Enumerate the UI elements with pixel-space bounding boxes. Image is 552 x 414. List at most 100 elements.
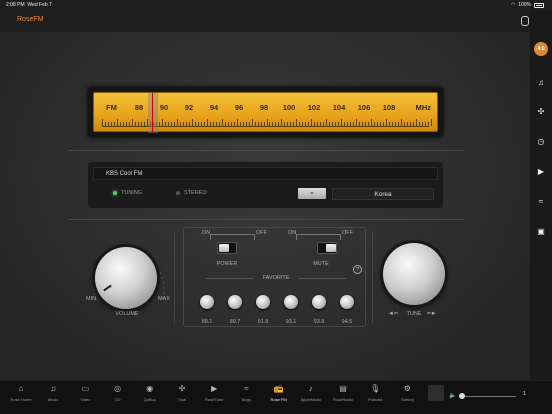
applemusic-icon: ♪ <box>308 384 313 393</box>
battery-icon <box>534 2 544 8</box>
mute-off-label: OFF <box>342 230 353 236</box>
map-pin-button[interactable]: ⌖ <box>298 188 326 199</box>
region-selector[interactable]: Korea <box>332 188 434 200</box>
dial-number: 94 <box>209 103 219 112</box>
favorite-button[interactable] <box>228 295 242 309</box>
dial-tick <box>401 119 403 126</box>
status-time: 2:08 PM Wed Feb 7 <box>6 2 52 8</box>
home-icon: ⌂ <box>18 384 24 393</box>
music-note-icon[interactable]: ♫ <box>534 75 548 89</box>
volume-min-label: MIN <box>86 296 97 302</box>
favorite-frequency: 89.7 <box>229 319 241 325</box>
nav-item-bugs[interactable]: ≈ Bugs <box>231 383 261 402</box>
dial-tick <box>221 119 223 126</box>
bugs-icon: ≈ <box>244 384 249 393</box>
power-switch[interactable] <box>217 242 237 254</box>
favorite-button[interactable] <box>340 295 354 309</box>
divider-vertical-left <box>174 232 175 324</box>
nav-item-cd[interactable]: ◎ CD <box>103 383 133 402</box>
tidal-icon: ✣ <box>178 384 186 393</box>
device-icon[interactable] <box>521 16 529 26</box>
dial-number: 88 <box>134 103 144 112</box>
roon-icon[interactable]: ▣ <box>534 224 548 238</box>
nav-item-qobuz[interactable]: ◉ QoBuz <box>135 383 165 402</box>
clock-icon[interactable]: ◷ <box>534 134 548 148</box>
volume-slider[interactable] <box>461 396 516 397</box>
nav-label: AppleMusic <box>300 397 322 402</box>
nav-item-applemusic[interactable]: ♪ AppleMusic <box>296 383 326 402</box>
nav-item-music[interactable]: ♫ Music <box>38 383 68 402</box>
dial-tick <box>356 119 358 126</box>
dial-number: 90 <box>159 103 169 112</box>
speaker-icon[interactable]: 🔈 <box>449 392 456 399</box>
dial-tick <box>102 119 103 126</box>
dial-tick <box>296 119 298 126</box>
nav-item-rose-fm[interactable]: 📻 Rose FM <box>264 383 294 402</box>
favorite-frequency: 93.1 <box>285 319 297 325</box>
tuning-needle[interactable] <box>147 93 158 133</box>
nav-label: Video <box>80 397 91 402</box>
nav-label: Bugs <box>241 397 251 402</box>
youtube-icon[interactable]: ▶ <box>534 164 548 178</box>
favorite-line <box>206 278 254 279</box>
favorite-frequency: 89.1 <box>201 319 213 325</box>
nav-item-rose-home[interactable]: ⌂ Rose Home <box>6 383 36 402</box>
wifi-icon: ◠ <box>510 2 516 8</box>
dial-tick <box>431 119 432 126</box>
dial-number: 96 <box>234 103 244 112</box>
power-on-label: ON <box>202 230 211 236</box>
power-bracket <box>210 234 255 240</box>
nav-label: RoseRadio <box>333 397 353 402</box>
nav-item-tidal[interactable]: ✣ Tidal <box>167 383 197 402</box>
roseradio-icon: ▤ <box>339 384 347 393</box>
station-panel: KBS Cool FM TUNING STEREO ⌖ Korea <box>88 162 443 208</box>
dial-unit: MHz <box>415 103 431 112</box>
favorite-line-right <box>298 278 346 279</box>
dial-number: 92 <box>184 103 194 112</box>
favorite-button[interactable] <box>200 295 214 309</box>
player-thumbnail[interactable] <box>428 385 444 401</box>
tune-right-arrow[interactable]: ━► <box>427 310 437 317</box>
bugs-icon[interactable]: ≈ <box>534 194 548 208</box>
dial-tick <box>371 119 373 126</box>
tuning-led <box>113 191 117 195</box>
volume-knob-marker <box>103 284 112 292</box>
dial-tick <box>341 119 343 126</box>
tune-left-arrow[interactable]: ◄━ <box>388 310 398 317</box>
dial-tick <box>131 119 133 126</box>
frequency-dial[interactable]: FM MHz 88 90 92 94 96 98 100 102 104 106 108 <box>93 92 438 133</box>
favorite-button[interactable] <box>284 295 298 309</box>
nav-label: Rose FM <box>270 397 287 402</box>
dial-number: 106 <box>357 103 371 112</box>
podcast-icon: 🎙 <box>370 384 381 393</box>
app-title: RoseFM <box>17 16 44 23</box>
favorite-button[interactable] <box>256 295 270 309</box>
mute-bracket <box>296 234 341 240</box>
nav-item-video[interactable]: ▭ Video <box>70 383 100 402</box>
nav-item-rosetube[interactable]: ▶ RoseTube <box>199 383 229 402</box>
dial-tick <box>416 119 418 126</box>
nav-item-roseradio[interactable]: ▤ RoseRadio <box>328 383 358 402</box>
help-button[interactable]: ? <box>353 265 362 274</box>
volume-knob[interactable] <box>95 247 157 309</box>
dial-frame: FM MHz 88 90 92 94 96 98 100 102 104 106 108 <box>88 87 443 137</box>
mute-label: MUTE <box>313 261 329 267</box>
power-switch-thumb <box>219 244 229 252</box>
nav-label: RoseTube <box>205 397 224 402</box>
favorite-button[interactable] <box>312 295 326 309</box>
volume-label: VOLUME <box>115 311 139 317</box>
divider-vertical-right <box>372 232 373 324</box>
mute-on-label: ON <box>288 230 297 236</box>
tuning-indicator: TUNING <box>113 190 142 196</box>
favorite-frequency: 93.9 <box>313 319 325 325</box>
status-right: ◠ 100% <box>511 2 544 8</box>
nav-label: Rose Home <box>10 397 32 402</box>
mute-switch[interactable] <box>317 242 337 254</box>
nav-item-podcast[interactable]: 🎙 Podcast <box>360 383 390 402</box>
favorite-label: FAVORITE <box>262 275 290 281</box>
tidal-icon[interactable]: ✣ <box>534 104 548 118</box>
tune-knob[interactable] <box>383 243 445 305</box>
active-badge-icon[interactable]: 4:0 <box>534 42 548 56</box>
nav-item-setting[interactable]: ⚙ Setting <box>392 383 422 402</box>
volume-slider-thumb[interactable] <box>459 393 465 399</box>
